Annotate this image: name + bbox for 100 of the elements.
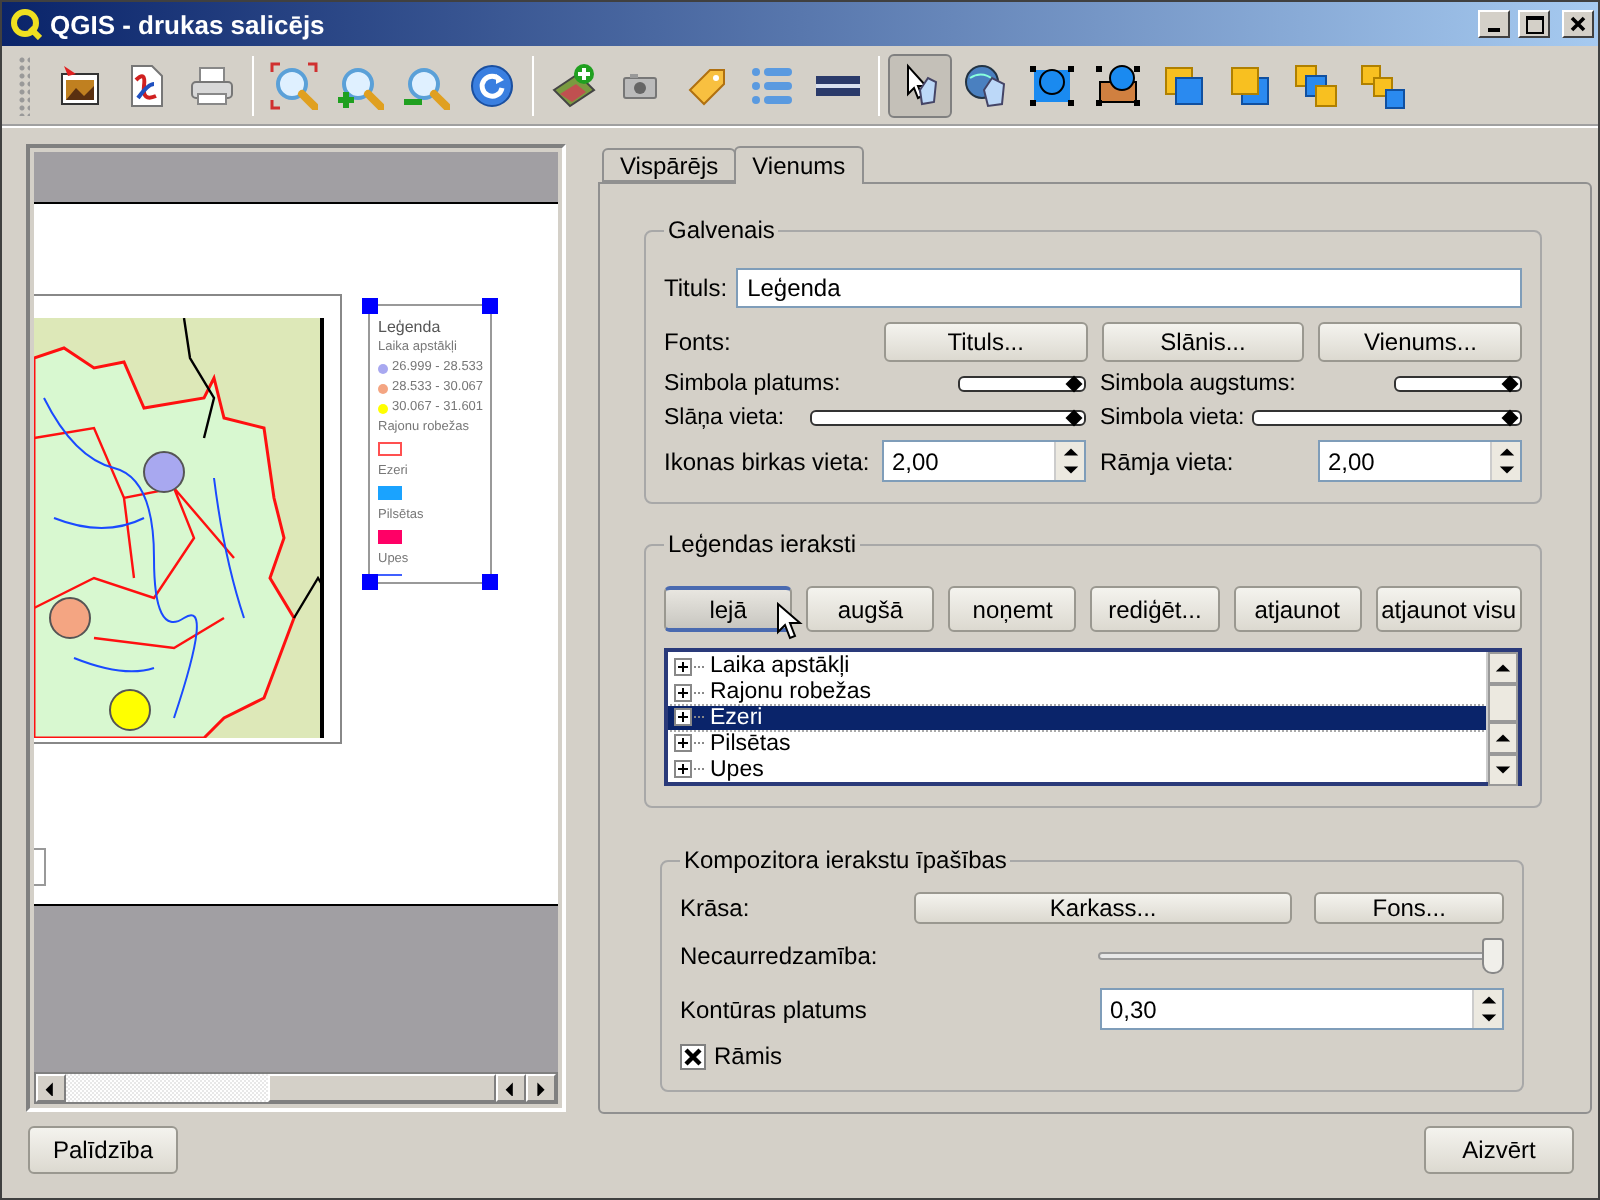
spin-box[interactable]: 2,00 xyxy=(1318,440,1522,482)
field-label: Simbola platums: xyxy=(664,372,841,396)
group-title: Leģendas ieraksti xyxy=(666,530,859,558)
page-item-edge xyxy=(34,848,46,886)
selection-handle[interactable] xyxy=(362,574,378,590)
scroll-down-button[interactable] xyxy=(1488,754,1518,786)
node-shape-icon xyxy=(1028,61,1076,109)
maximize-icon xyxy=(1525,15,1543,33)
entry-button[interactable]: lejā xyxy=(664,586,793,632)
horizontal-scrollbar[interactable] xyxy=(34,1072,558,1104)
expand-icon xyxy=(674,683,708,702)
checkbox-label: Rāmis xyxy=(714,1042,783,1070)
help-button[interactable]: Palīdzība xyxy=(28,1126,178,1174)
number-field[interactable]: 2,00 xyxy=(1320,442,1490,480)
cursor-icon xyxy=(776,602,804,642)
app-logo-icon xyxy=(10,8,42,40)
up-arrow-icon xyxy=(1494,660,1512,676)
spin-up-button[interactable] xyxy=(1492,442,1520,461)
tab[interactable]: Vispārējs xyxy=(602,148,737,182)
print-icon xyxy=(188,61,236,109)
entry-button[interactable]: augšā xyxy=(806,586,935,632)
group-title: Galvenais xyxy=(666,216,777,244)
down-arrow-icon xyxy=(1479,1010,1497,1027)
font-button[interactable]: Vienums... xyxy=(1318,322,1523,362)
spin-slider[interactable] xyxy=(958,376,1086,392)
window-title: QGIS - drukas salicējs xyxy=(50,9,327,39)
entry-button[interactable]: rediģēt... xyxy=(1090,586,1219,632)
opacity-slider[interactable] xyxy=(1098,936,1504,976)
tab[interactable]: Vienums xyxy=(734,146,864,184)
hand-globe-icon xyxy=(962,61,1010,109)
expand-icon xyxy=(674,657,708,676)
entry-button[interactable]: atjaunot xyxy=(1233,586,1362,632)
group-title: Kompozitora ierakstu īpašības xyxy=(682,846,1009,874)
node-shape-icon xyxy=(1094,61,1142,109)
number-field[interactable]: 0,30 xyxy=(1102,990,1472,1028)
spin-slider[interactable] xyxy=(1394,376,1522,392)
check-cross-icon xyxy=(684,1047,702,1065)
field-label: Slāņa vieta: xyxy=(664,406,785,430)
vertical-scrollbar[interactable] xyxy=(1486,652,1518,782)
spin-up-button[interactable] xyxy=(1056,442,1084,461)
field-label: Kontūras platums xyxy=(680,995,867,1023)
selection-handle[interactable] xyxy=(482,298,498,314)
font-button[interactable]: Tituls... xyxy=(884,322,1088,362)
squares-icon xyxy=(1358,61,1406,109)
font-button[interactable]: Slānis... xyxy=(1101,322,1305,362)
number-field[interactable]: 2,00 xyxy=(884,442,1054,480)
right-arrow-icon xyxy=(532,1080,550,1096)
tree-item[interactable]: Ezeri xyxy=(668,705,1486,731)
scroll-right-button[interactable] xyxy=(526,1074,556,1102)
field-label: Rāmja vieta: xyxy=(1100,447,1234,475)
expand-icon xyxy=(674,760,708,779)
squares-icon xyxy=(1226,61,1274,109)
slider-thumb[interactable] xyxy=(1482,938,1504,974)
close-button[interactable] xyxy=(1562,10,1594,38)
scroll-up-button[interactable] xyxy=(1488,722,1518,754)
entry-button[interactable]: atjaunot visu xyxy=(1375,586,1523,632)
field-label: Krāsa: xyxy=(680,894,752,922)
map-plus-icon xyxy=(550,61,598,109)
image-icon xyxy=(56,61,104,109)
minimize-button[interactable] xyxy=(1478,10,1510,38)
scroll-up-button[interactable] xyxy=(1488,652,1518,684)
field-label: Ikonas birkas vieta: xyxy=(664,447,870,475)
tree-item[interactable]: Rajonu robežas xyxy=(668,679,1486,706)
entry-button[interactable]: noņemt xyxy=(948,586,1077,632)
expand-icon xyxy=(674,708,708,727)
legend-entries-list[interactable]: Laika apstākļi Rajonu robežas Ezeri Pilsētas Upes xyxy=(664,648,1522,786)
field-label: Tituls: xyxy=(664,274,728,302)
refresh-icon xyxy=(468,61,516,109)
up-arrow-icon xyxy=(1497,443,1515,460)
spin-box[interactable]: 0,30 xyxy=(1100,988,1504,1030)
up-arrow-icon xyxy=(1479,991,1497,1008)
spin-slider[interactable] xyxy=(1252,410,1522,426)
spin-box[interactable]: 2,00 xyxy=(882,440,1086,482)
spin-up-button[interactable] xyxy=(1474,990,1502,1009)
tree-item[interactable]: Laika apstākļi xyxy=(668,654,1486,680)
zoom-full-icon xyxy=(270,61,318,109)
toolbar-button[interactable] xyxy=(888,53,952,117)
maximize-button[interactable] xyxy=(1518,10,1550,38)
spin-slider[interactable] xyxy=(810,410,1086,426)
down-arrow-icon xyxy=(1497,462,1515,479)
selection-handle[interactable] xyxy=(482,574,498,590)
down-arrow-icon xyxy=(1494,762,1512,778)
close-icon xyxy=(1570,16,1586,32)
field-label: Necaurredzamība: xyxy=(680,942,878,970)
tree-item[interactable]: Pilsētas xyxy=(668,730,1486,757)
up-arrow-icon xyxy=(1061,443,1079,460)
selection-handle[interactable] xyxy=(362,298,378,314)
color-button[interactable]: Fons... xyxy=(1314,892,1504,924)
tree-item[interactable]: Upes xyxy=(668,756,1486,782)
scroll-left-button[interactable] xyxy=(496,1074,526,1102)
color-button[interactable]: Karkass... xyxy=(914,892,1293,924)
legend-title: Leģenda xyxy=(378,318,443,336)
field-label: Fonts: xyxy=(664,328,733,356)
close-button[interactable]: Aizvērt xyxy=(1424,1126,1574,1174)
down-arrow-icon xyxy=(1061,462,1079,479)
scroll-left-button[interactable] xyxy=(36,1074,66,1102)
checkbox[interactable] xyxy=(680,1043,706,1069)
scroll-thumb[interactable] xyxy=(1488,684,1518,722)
squares-icon xyxy=(1292,61,1340,109)
title-field[interactable]: Leģenda xyxy=(735,268,1522,308)
